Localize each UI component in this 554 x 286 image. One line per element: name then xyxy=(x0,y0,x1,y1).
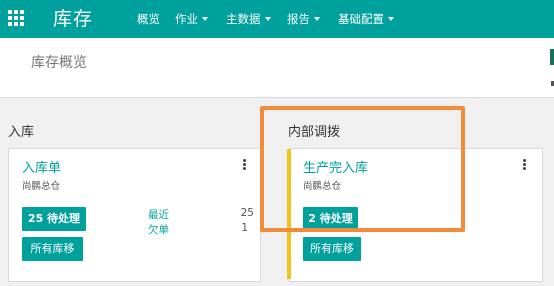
column-title-receipts: 入库 xyxy=(8,125,35,140)
menu-configuration[interactable]: 基础配置 xyxy=(338,11,394,27)
caret-down-icon xyxy=(314,17,320,21)
menu-configuration-label: 基础配置 xyxy=(338,12,384,26)
menu-reports-label: 报告 xyxy=(287,12,310,26)
caret-down-icon xyxy=(264,17,271,21)
receipts-all-moves-button[interactable]: 所有库移 xyxy=(22,237,83,261)
apps-grid-icon[interactable] xyxy=(8,10,24,26)
menu-overview[interactable]: 概览 xyxy=(137,11,160,27)
kebab-vertical-icon[interactable] xyxy=(243,159,246,170)
receipts-late-link[interactable]: 最近 xyxy=(148,207,169,222)
control-panel: 库存概览 xyxy=(0,38,554,98)
highlight-box xyxy=(260,106,465,232)
menu-master-data-label: 主数据 xyxy=(226,12,261,26)
receipts-todo-button[interactable]: 25 待处理 xyxy=(22,207,86,231)
menu-operations[interactable]: 作业 xyxy=(175,11,208,27)
caret-down-icon xyxy=(202,17,208,21)
kebab-vertical-icon[interactable] xyxy=(523,159,526,170)
receipts-card-warehouse: 尚鹏总仓 xyxy=(22,181,61,192)
menu-reports[interactable]: 报告 xyxy=(287,11,320,27)
production-all-moves-button[interactable]: 所有库移 xyxy=(303,237,361,261)
receipts-card-title[interactable]: 入库单 xyxy=(22,157,61,176)
menu-master-data[interactable]: 主数据 xyxy=(226,11,271,27)
breadcrumb: 库存概览 xyxy=(31,55,87,71)
caret-down-icon xyxy=(388,17,394,21)
receipts-backorder-link[interactable]: 欠单 xyxy=(148,222,169,237)
receipts-backorder-count[interactable]: 1 xyxy=(232,222,248,234)
top-navbar: 库存 概览 作业 主数据 报告 基础配置 xyxy=(0,0,554,38)
receipts-late-count[interactable]: 25 xyxy=(232,207,254,219)
view-switcher-edge[interactable] xyxy=(550,49,554,65)
menu-operations-label: 作业 xyxy=(175,12,198,26)
app-title[interactable]: 库存 xyxy=(53,6,93,32)
